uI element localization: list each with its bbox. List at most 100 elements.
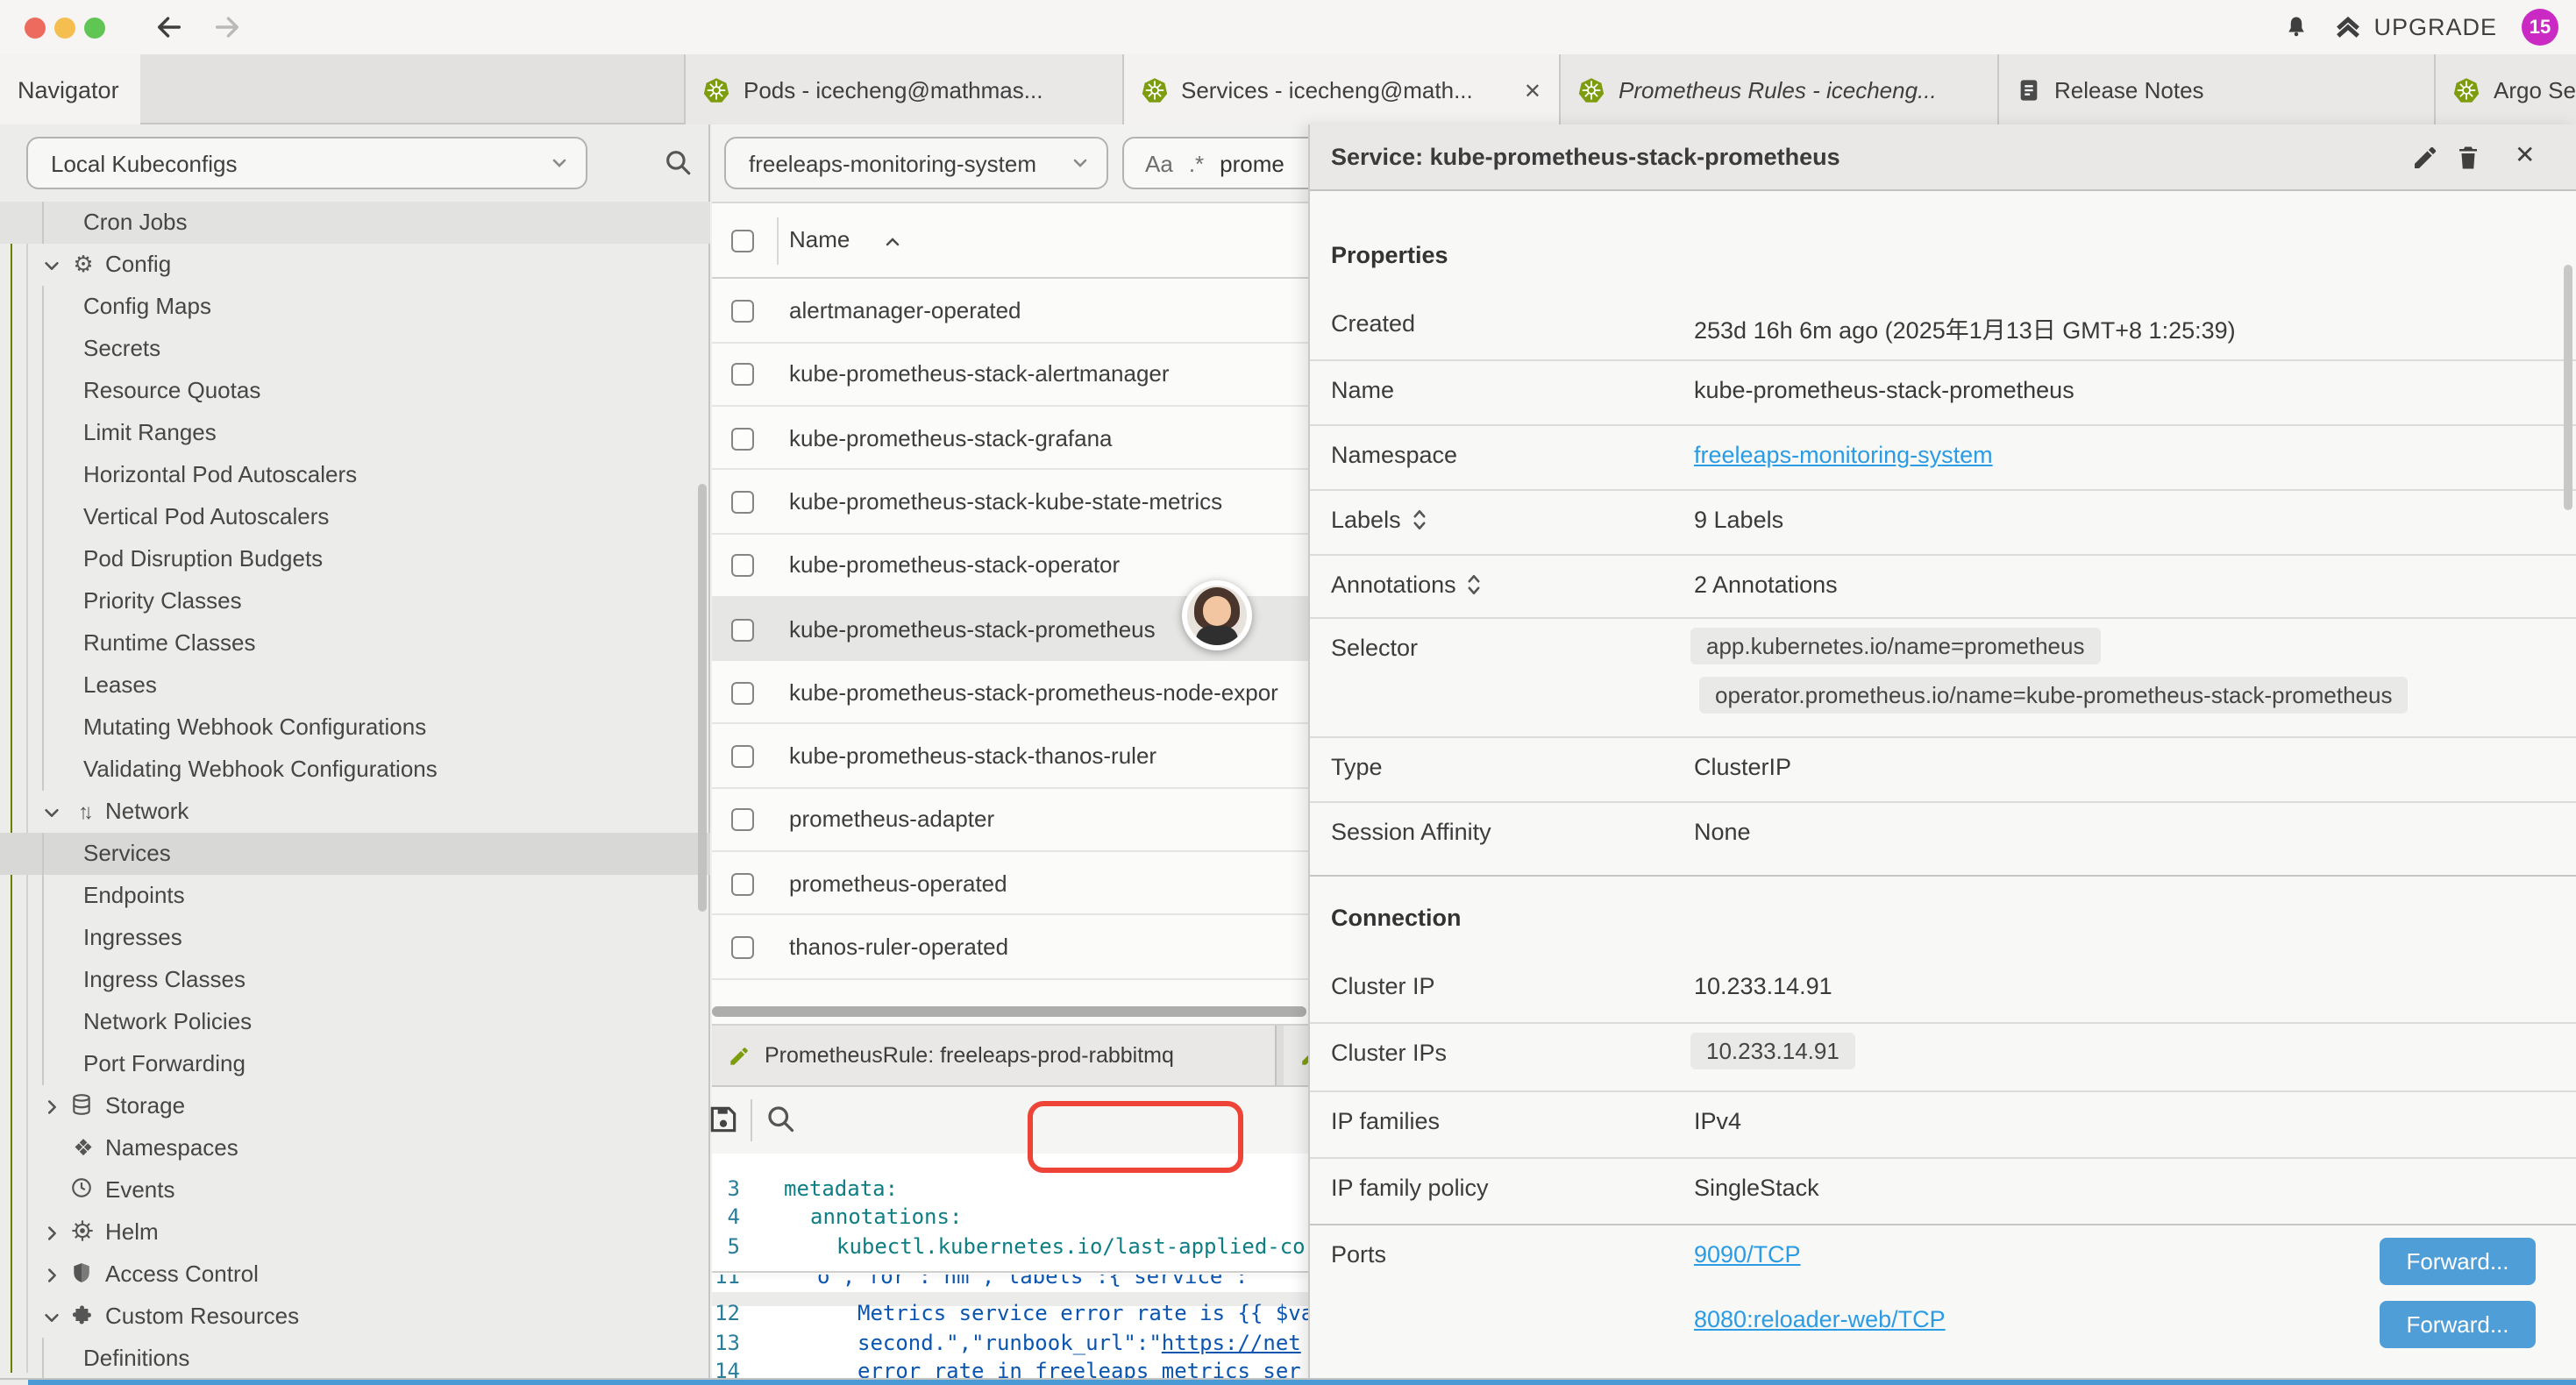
row-checkbox[interactable] — [731, 300, 754, 323]
notification-badge[interactable]: 15 — [2522, 9, 2558, 46]
edit-pencil-icon[interactable] — [2411, 144, 2439, 172]
sidebar-item-config-maps[interactable]: Config Maps — [0, 285, 710, 327]
sidebar-item-mutating-webhook-configurations[interactable]: Mutating Webhook Configurations — [0, 706, 710, 748]
sidebar-item-namespaces[interactable]: ❖Namespaces — [0, 1126, 710, 1168]
table-row[interactable]: kube-prometheus-stack-grafana — [712, 407, 1308, 471]
row-checkbox[interactable] — [731, 745, 754, 768]
chevron-down-icon[interactable] — [42, 255, 61, 274]
editor-tab-prometheusrule[interactable]: PrometheusRule: freeleaps-prod-rabbitmq — [712, 1026, 1277, 1085]
row-checkbox[interactable] — [731, 491, 754, 514]
table-row[interactable]: kube-prometheus-stack-thanos-ruler — [712, 725, 1308, 789]
trash-icon[interactable] — [2455, 144, 2481, 172]
sidebar-item-limit-ranges[interactable]: Limit Ranges — [0, 411, 710, 453]
sidebar-item-endpoints[interactable]: Endpoints — [0, 874, 710, 916]
sidebar-item-services[interactable]: Services — [0, 832, 710, 874]
tab-prometheus-rules-icecheng[interactable]: Prometheus Rules - icecheng... — [1559, 54, 1996, 124]
tab-pods-icecheng-mathmas[interactable]: Pods - icecheng@mathmas... — [684, 54, 1121, 124]
tab-label: Pods - icecheng@mathmas... — [744, 76, 1042, 103]
sidebar-item-config[interactable]: ⚙Config — [0, 243, 710, 285]
maximize-window-button[interactable] — [84, 17, 105, 38]
row-checkbox[interactable] — [731, 872, 754, 895]
table-row[interactable]: thanos-ruler-operated — [712, 916, 1308, 980]
sidebar-item-vertical-pod-autoscalers[interactable]: Vertical Pod Autoscalers — [0, 495, 710, 537]
close-window-button[interactable] — [25, 17, 46, 38]
sidebar-item-runtime-classes[interactable]: Runtime Classes — [0, 621, 710, 664]
sidebar-search-icon[interactable] — [663, 147, 693, 177]
table-row[interactable]: prometheus-operated — [712, 852, 1308, 916]
table-row[interactable]: kube-prometheus-stack-prometheus-node-ex… — [712, 661, 1308, 725]
port-link[interactable]: 8080:reloader-web/TCP — [1694, 1306, 1946, 1332]
service-name: kube-prometheus-stack-operator — [789, 551, 1120, 578]
tab-argo-se[interactable]: Argo Se — [2434, 54, 2576, 124]
row-checkbox[interactable] — [731, 554, 754, 577]
sidebar-item-horizontal-pod-autoscalers[interactable]: Horizontal Pod Autoscalers — [0, 453, 710, 495]
chevron-down-icon[interactable] — [42, 1307, 61, 1326]
tab-release-notes[interactable]: Release Notes — [1996, 54, 2434, 124]
sidebar-item-network[interactable]: ↑↓Network — [0, 790, 710, 832]
sidebar-item-port-forwarding[interactable]: Port Forwarding — [0, 1042, 710, 1084]
detail-scrollbar[interactable] — [2564, 265, 2572, 510]
horizontal-scrollbar[interactable] — [712, 1006, 1306, 1017]
sidebar-item-ingress-classes[interactable]: Ingress Classes — [0, 958, 710, 1000]
chevron-right-icon[interactable] — [42, 1097, 61, 1116]
row-checkbox[interactable] — [731, 936, 754, 959]
sidebar-item-resource-quotas[interactable]: Resource Quotas — [0, 369, 710, 411]
sidebar-item-access-control[interactable]: Access Control — [0, 1253, 710, 1295]
port-link[interactable]: 9090/TCP — [1694, 1241, 1801, 1268]
tab-navigator[interactable]: Navigator — [0, 54, 140, 124]
back-icon[interactable] — [154, 12, 184, 42]
forward-button[interactable]: Forward... — [2380, 1301, 2536, 1348]
chevron-right-icon[interactable] — [42, 1223, 61, 1242]
bell-icon[interactable] — [2282, 13, 2309, 41]
row-checkbox[interactable] — [731, 682, 754, 705]
row-checkbox[interactable] — [731, 809, 754, 832]
sidebar-item-custom-resources[interactable]: Custom Resources — [0, 1295, 710, 1337]
save-icon[interactable] — [707, 1103, 740, 1136]
name-column-header[interactable]: Name — [789, 226, 850, 252]
kubeconfig-selector[interactable]: Local Kubeconfigs — [26, 137, 587, 189]
sidebar-item-priority-classes[interactable]: Priority Classes — [0, 579, 710, 621]
table-row[interactable]: kube-prometheus-stack-alertmanager — [712, 343, 1308, 407]
sort-toggle-icon[interactable] — [1412, 508, 1427, 531]
sidebar-item-pod-disruption-budgets[interactable]: Pod Disruption Budgets — [0, 537, 710, 579]
yaml-code: annotations: — [810, 1204, 962, 1232]
yaml-editor[interactable]: 3metadata:4annotations:5kubectl.kubernet… — [712, 1154, 1308, 1378]
tab-services-icecheng-math[interactable]: Services - icecheng@math...✕ — [1121, 54, 1559, 126]
sidebar-item-network-policies[interactable]: Network Policies — [0, 1000, 710, 1042]
sidebar-item-leases[interactable]: Leases — [0, 664, 710, 706]
row-checkbox[interactable] — [731, 618, 754, 641]
sidebar-item-validating-webhook-configurations[interactable]: Validating Webhook Configurations — [0, 748, 710, 790]
chevron-right-icon[interactable] — [42, 1265, 61, 1284]
sidebar-item-label: Vertical Pod Autoscalers — [83, 503, 329, 529]
row-checkbox[interactable] — [731, 427, 754, 450]
match-case-toggle[interactable]: Aa — [1145, 150, 1173, 176]
sidebar-item-cron-jobs[interactable]: Cron Jobs — [0, 201, 710, 243]
upgrade-button[interactable]: UPGRADE — [2333, 14, 2497, 40]
regex-toggle[interactable]: .* — [1189, 150, 1204, 176]
sidebar-item-events[interactable]: Events — [0, 1168, 710, 1211]
editor-search-icon[interactable] — [765, 1103, 796, 1134]
sidebar-scrollbar[interactable] — [698, 484, 707, 912]
sort-toggle-icon[interactable] — [1467, 573, 1483, 596]
chevron-down-icon[interactable] — [42, 802, 61, 821]
sidebar-item-ingresses[interactable]: Ingresses — [0, 916, 710, 958]
select-all-checkbox[interactable] — [731, 230, 754, 252]
close-icon[interactable]: ✕ — [2515, 140, 2535, 170]
minimize-window-button[interactable] — [54, 17, 75, 38]
sidebar-item-helm[interactable]: Helm — [0, 1211, 710, 1253]
forward-button[interactable]: Forward... — [2380, 1238, 2536, 1285]
runbook-url-link[interactable]: https://net — [1162, 1331, 1301, 1355]
forward-icon[interactable] — [212, 12, 242, 42]
avatar[interactable] — [1182, 580, 1252, 650]
table-row[interactable]: alertmanager-operated — [712, 280, 1308, 344]
namespace-link[interactable]: freeleaps-monitoring-system — [1694, 442, 1993, 468]
sidebar-item-secrets[interactable]: Secrets — [0, 327, 710, 369]
sidebar-item-definitions[interactable]: Definitions — [0, 1337, 710, 1379]
namespace-selector[interactable]: freeleaps-monitoring-system — [724, 137, 1108, 189]
table-row[interactable]: prometheus-adapter — [712, 789, 1308, 853]
row-checkbox[interactable] — [731, 364, 754, 387]
close-tab-icon[interactable]: ✕ — [1524, 78, 1541, 103]
sidebar-item-storage[interactable]: Storage — [0, 1084, 710, 1126]
sort-asc-icon[interactable] — [882, 231, 903, 252]
table-row[interactable]: kube-prometheus-stack-kube-state-metrics — [712, 471, 1308, 535]
